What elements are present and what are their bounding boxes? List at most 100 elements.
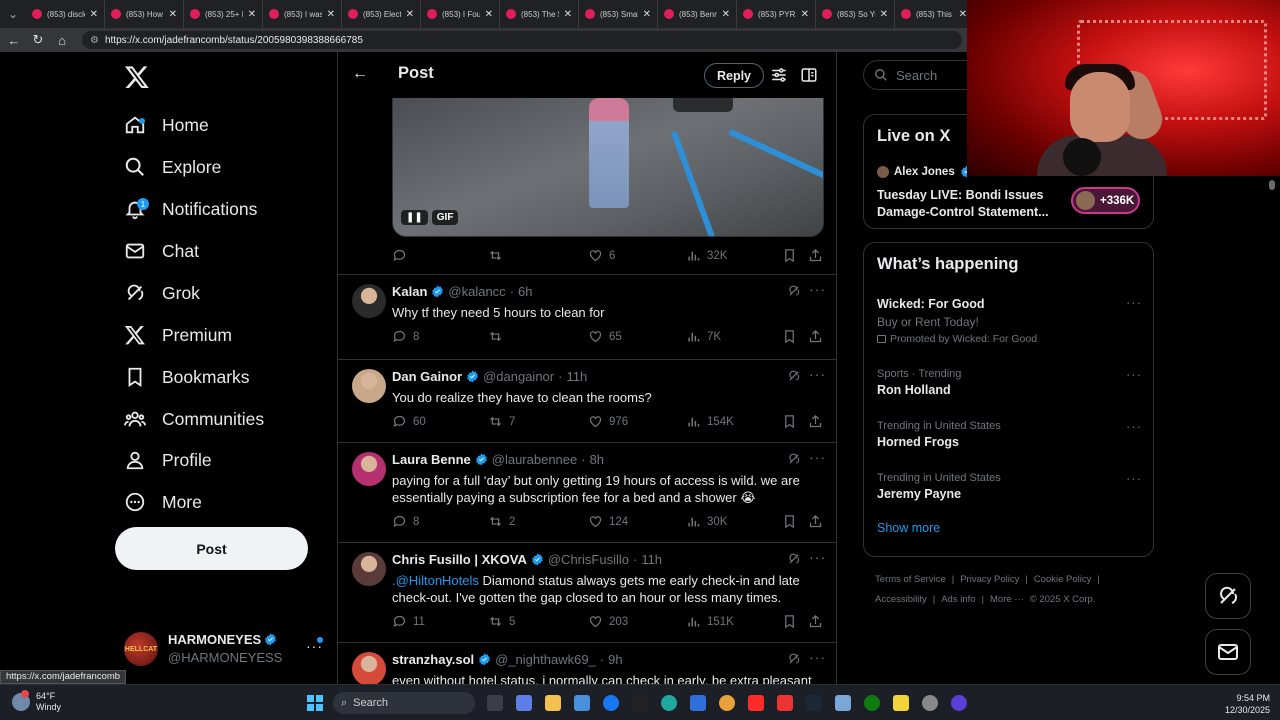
retweet-button[interactable]: 7 <box>488 414 515 429</box>
post-time[interactable]: 6h <box>518 284 532 299</box>
reply-button[interactable]: 8 <box>392 514 419 529</box>
browser-tab[interactable]: (853) I was ... ✕ <box>263 0 342 28</box>
weather-widget[interactable]: 64°F Windy <box>12 690 61 713</box>
live-headline[interactable]: Tuesday LIVE: Bondi Issues Damage-Contro… <box>877 187 1067 221</box>
trend-item[interactable]: Wicked: For Good Buy or Rent Today! Promot… <box>877 295 1142 347</box>
close-tab-icon[interactable]: ✕ <box>722 9 730 20</box>
trend-item[interactable]: Trending in United States Jeremy Payne ··· <box>877 471 1142 503</box>
close-tab-icon[interactable]: ✕ <box>327 9 335 20</box>
more-dots-icon[interactable]: ··· <box>1126 367 1142 382</box>
edge-icon[interactable] <box>661 695 677 711</box>
copilot-icon[interactable] <box>516 695 532 711</box>
show-more-link[interactable]: Show more <box>877 521 940 535</box>
taskbar-search[interactable]: ⌕ Search <box>333 692 475 714</box>
more-dots-icon[interactable]: ··· <box>809 281 826 297</box>
post-media-gif[interactable]: ❚❚ GIF <box>392 97 824 237</box>
share-icon[interactable] <box>808 414 823 429</box>
trend-item[interactable]: Trending in United States Horned Frogs ··· <box>877 419 1142 451</box>
grok-icon[interactable] <box>787 452 801 466</box>
nav-item-chat[interactable]: Chat <box>124 236 199 266</box>
x-logo-icon[interactable] <box>124 64 150 90</box>
post-time[interactable]: 8h <box>590 452 604 467</box>
post-time[interactable]: 9h <box>608 652 622 667</box>
browser-tab[interactable]: (853) Electr ✕ <box>342 0 421 28</box>
app-icon[interactable] <box>690 695 706 711</box>
nav-item-bookmarks[interactable]: Bookmarks <box>124 362 250 392</box>
footer-link[interactable]: Ads info <box>941 594 975 605</box>
facebook-icon[interactable] <box>603 695 619 711</box>
like-button[interactable]: 976 <box>588 414 628 429</box>
close-tab-icon[interactable]: ✕ <box>169 9 177 20</box>
browser-tab[interactable]: (853) How A ✕ <box>105 0 184 28</box>
grok-icon[interactable] <box>787 284 801 298</box>
avatar[interactable] <box>352 452 386 486</box>
scrollbar[interactable] <box>1268 176 1276 684</box>
filter-icon[interactable] <box>770 66 788 84</box>
author-handle[interactable]: @ChrisFusillo <box>548 552 629 567</box>
nav-item-more[interactable]: More <box>124 487 202 517</box>
nav-item-grok[interactable]: Grok <box>124 278 200 308</box>
views-button[interactable]: 154K <box>686 414 734 429</box>
author-handle[interactable]: @laurabennee <box>492 452 577 467</box>
footer-link[interactable]: Cookie Policy <box>1034 574 1092 585</box>
reader-view-icon[interactable] <box>800 66 818 84</box>
avatar[interactable] <box>352 652 386 684</box>
address-bar[interactable]: ⚙ https://x.com/jadefrancomb/status/2005… <box>82 31 962 49</box>
file-explorer-icon[interactable] <box>545 695 561 711</box>
close-tab-icon[interactable]: ✕ <box>643 9 651 20</box>
task-view-icon[interactable] <box>487 695 503 711</box>
more-dots-icon[interactable]: ··· <box>1126 295 1142 310</box>
close-tab-icon[interactable]: ✕ <box>90 9 98 20</box>
author-handle[interactable]: @_nighthawk69_ <box>495 652 596 667</box>
post-time[interactable]: 11h <box>641 552 662 567</box>
trend-item[interactable]: Sports · Trending Ron Holland ··· <box>877 367 1142 399</box>
share-icon[interactable] <box>808 329 823 344</box>
site-info-icon[interactable]: ⚙ <box>90 35 99 46</box>
chrome-icon[interactable] <box>719 695 735 711</box>
reply-button[interactable]: 8 <box>392 329 419 344</box>
more-dots-icon[interactable]: ··· <box>809 449 826 465</box>
avatar[interactable] <box>352 552 386 586</box>
mention-link[interactable]: .@HiltonHotels <box>392 573 479 588</box>
bookmark-icon[interactable] <box>782 329 797 344</box>
reply-button[interactable]: 11 <box>392 614 425 629</box>
more-dots-icon[interactable]: ··· <box>809 366 826 382</box>
nav-item-notifications[interactable]: 1 Notifications <box>124 194 257 224</box>
app-icon-purple[interactable] <box>951 695 967 711</box>
grok-icon[interactable] <box>787 552 801 566</box>
app-icon-red[interactable] <box>777 695 793 711</box>
footer-link[interactable]: Terms of Service <box>875 574 946 585</box>
steam-icon[interactable] <box>806 695 822 711</box>
messages-button[interactable] <box>1205 629 1251 675</box>
more-dots-icon[interactable]: ··· <box>1126 471 1142 486</box>
views-button[interactable]: 32K <box>686 248 727 263</box>
browser-tab[interactable]: (853) This R ✕ <box>895 0 974 28</box>
back-arrow-icon[interactable]: ← <box>352 65 368 83</box>
close-tab-icon[interactable]: ✕ <box>959 9 967 20</box>
footer-link[interactable]: © 2025 X Corp. <box>1030 594 1096 605</box>
browser-tab[interactable]: (853) Benn ✕ <box>658 0 737 28</box>
close-tab-icon[interactable]: ✕ <box>801 9 809 20</box>
reply-button[interactable]: Reply <box>704 63 764 88</box>
author-name[interactable]: Kalan <box>392 284 427 299</box>
browser-tab[interactable]: (853) Small ✕ <box>579 0 658 28</box>
windows-start-icon[interactable] <box>307 695 323 711</box>
footer-link[interactable]: Privacy Policy <box>960 574 1019 585</box>
post-button[interactable]: Post <box>115 527 308 570</box>
close-tab-icon[interactable]: ✕ <box>880 9 888 20</box>
nav-item-communities[interactable]: Communities <box>124 404 264 434</box>
system-clock[interactable]: 9:54 PM 12/30/2025 <box>1222 692 1270 716</box>
views-button[interactable]: 7K <box>686 329 721 344</box>
close-tab-icon[interactable]: ✕ <box>248 9 256 20</box>
reload-icon[interactable]: ↻ <box>28 30 48 50</box>
browser-tab[interactable]: (853) I Foun ✕ <box>421 0 500 28</box>
retweet-button[interactable]: 2 <box>488 514 515 529</box>
home-icon[interactable]: ⌂ <box>52 30 72 50</box>
author-name[interactable]: Laura Benne <box>392 452 471 467</box>
browser-tab[interactable]: (853) 25+ F ✕ <box>184 0 263 28</box>
browser-tab[interactable]: (853) disclo ✕ <box>26 0 105 28</box>
obs-icon[interactable] <box>922 695 938 711</box>
bookmark-icon[interactable] <box>782 514 797 529</box>
bookmark-icon[interactable] <box>782 414 797 429</box>
close-tab-icon[interactable]: ✕ <box>485 9 493 20</box>
